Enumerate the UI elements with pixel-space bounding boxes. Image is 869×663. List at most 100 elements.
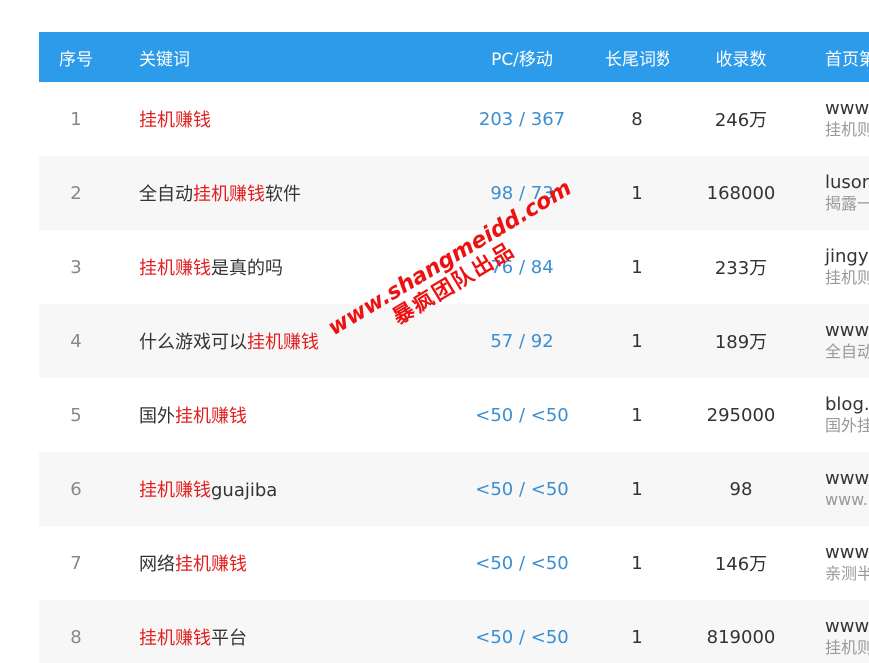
pc-mobile-link[interactable]: <50 / <50: [439, 526, 605, 600]
keyword-cell[interactable]: 什么游戏可以挂机赚钱: [113, 304, 439, 378]
homepage-cell[interactable]: luson 揭露一: [813, 156, 869, 230]
homepage-domain[interactable]: blog.: [825, 393, 869, 416]
table-row: 4 什么游戏可以挂机赚钱 57 / 92 1 189万 www. 全自动: [39, 304, 869, 378]
homepage-domain[interactable]: www.: [825, 541, 869, 564]
indexed-count: 189万: [714, 332, 768, 353]
homepage-cell[interactable]: www. 亲测半: [813, 526, 869, 600]
table-row: 1 挂机赚钱 203 / 367 8 246万 www. 挂机则: [39, 82, 869, 156]
header-keyword: 关键词: [139, 49, 190, 70]
homepage-cell[interactable]: www. 挂机则: [813, 600, 869, 663]
keyword-highlight: 挂机赚钱: [139, 258, 211, 279]
homepage-domain[interactable]: luson: [825, 171, 869, 194]
header-index: 序号: [59, 49, 93, 70]
table-row: 7 网络挂机赚钱 <50 / <50 1 146万 www. 亲测半: [39, 526, 869, 600]
homepage-domain[interactable]: jingy: [825, 245, 869, 268]
header-long-tail-count: 长尾词数量: [605, 49, 669, 70]
pc-mobile-link[interactable]: 76 / 84: [439, 230, 605, 304]
long-tail-count: 1: [631, 626, 643, 648]
pc-mobile-link[interactable]: <50 / <50: [439, 452, 605, 526]
keyword-cell[interactable]: 全自动挂机赚钱软件: [113, 156, 439, 230]
keyword-cell[interactable]: 网络挂机赚钱: [113, 526, 439, 600]
long-tail-count: 1: [631, 478, 643, 500]
keyword-cell[interactable]: 挂机赚钱是真的吗: [113, 230, 439, 304]
homepage-snippet: 全自动: [825, 342, 869, 362]
table-header: 序号 关键词 PC/移动 长尾词数量 收录数 首页第: [39, 32, 869, 82]
pc-mobile-link[interactable]: 57 / 92: [439, 304, 605, 378]
pc-mobile-link[interactable]: 98 / 73: [439, 156, 605, 230]
pc-mobile-link[interactable]: 203 / 367: [439, 82, 605, 156]
long-tail-count: 1: [631, 404, 643, 426]
homepage-domain[interactable]: www.: [825, 97, 869, 120]
table-row: 2 全自动挂机赚钱软件 98 / 73 1 168000 luson 揭露一: [39, 156, 869, 230]
homepage-snippet: www.: [825, 490, 868, 510]
keyword-prefix: 全自动: [139, 184, 193, 205]
homepage-cell[interactable]: jingy 挂机则: [813, 230, 869, 304]
indexed-count: 168000: [706, 182, 776, 204]
keyword-highlight: 挂机赚钱: [247, 332, 319, 353]
keyword-table-container: 序号 关键词 PC/移动 长尾词数量 收录数 首页第 1 挂机赚钱 203 / 36…: [39, 32, 869, 663]
indexed-count: 246万: [714, 110, 768, 131]
long-tail-count: 1: [631, 330, 643, 352]
homepage-snippet: 挂机则: [825, 120, 869, 140]
row-index: 8: [70, 626, 82, 648]
indexed-count: 819000: [706, 626, 776, 648]
homepage-cell[interactable]: blog. 国外挂: [813, 378, 869, 452]
pc-mobile-link[interactable]: <50 / <50: [439, 600, 605, 663]
row-index: 4: [70, 330, 82, 352]
row-index: 1: [70, 108, 82, 130]
keyword-highlight: 挂机赚钱: [193, 184, 265, 205]
indexed-count: 233万: [714, 258, 768, 279]
keyword-prefix: 网络: [139, 554, 175, 575]
keyword-suffix: 平台: [211, 628, 247, 649]
keyword-highlight: 挂机赚钱: [175, 406, 247, 427]
keyword-suffix: 软件: [265, 184, 301, 205]
keyword-highlight: 挂机赚钱: [175, 554, 247, 575]
indexed-count: 98: [729, 478, 753, 500]
homepage-domain[interactable]: www.: [825, 319, 869, 342]
table-row: 5 国外挂机赚钱 <50 / <50 1 295000 blog. 国外挂: [39, 378, 869, 452]
header-indexed-count: 收录数: [715, 49, 767, 70]
keyword-highlight: 挂机赚钱: [139, 628, 211, 649]
homepage-snippet: 揭露一: [825, 194, 869, 214]
keyword-suffix: guajiba: [211, 480, 278, 501]
table-header-row: 序号 关键词 PC/移动 长尾词数量 收录数 首页第: [39, 32, 869, 82]
pc-mobile-link[interactable]: <50 / <50: [439, 378, 605, 452]
keyword-prefix: 国外: [139, 406, 175, 427]
homepage-domain[interactable]: www.: [825, 615, 869, 638]
long-tail-count: 8: [631, 108, 643, 130]
row-index: 7: [70, 552, 82, 574]
keyword-cell[interactable]: 挂机赚钱guajiba: [113, 452, 439, 526]
long-tail-count: 1: [631, 552, 643, 574]
row-index: 5: [70, 404, 82, 426]
long-tail-count: 1: [631, 256, 643, 278]
homepage-domain[interactable]: www.: [825, 467, 869, 490]
homepage-cell[interactable]: www. www.: [813, 452, 869, 526]
homepage-snippet: 亲测半: [825, 564, 869, 584]
header-pc-mobile: PC/移动: [491, 49, 553, 70]
keyword-cell[interactable]: 挂机赚钱: [113, 82, 439, 156]
keyword-prefix: 什么游戏可以: [139, 332, 247, 353]
keyword-cell[interactable]: 国外挂机赚钱: [113, 378, 439, 452]
table-row: 6 挂机赚钱guajiba <50 / <50 1 98 www. www.: [39, 452, 869, 526]
keyword-table: 序号 关键词 PC/移动 长尾词数量 收录数 首页第 1 挂机赚钱 203 / 36…: [39, 32, 869, 663]
row-index: 3: [70, 256, 82, 278]
homepage-snippet: 国外挂: [825, 416, 869, 436]
homepage-cell[interactable]: www. 全自动: [813, 304, 869, 378]
keyword-cell[interactable]: 挂机赚钱平台: [113, 600, 439, 663]
header-homepage: 首页第: [825, 49, 869, 70]
table-body: 1 挂机赚钱 203 / 367 8 246万 www. 挂机则 2 全自动挂机赚钱软件 98 /…: [39, 82, 869, 663]
table-row: 8 挂机赚钱平台 <50 / <50 1 819000 www. 挂机则: [39, 600, 869, 663]
homepage-cell[interactable]: www. 挂机则: [813, 82, 869, 156]
homepage-snippet: 挂机则: [825, 638, 869, 658]
long-tail-count: 1: [631, 182, 643, 204]
keyword-highlight: 挂机赚钱: [139, 480, 211, 501]
keyword-suffix: 是真的吗: [211, 258, 283, 279]
indexed-count: 295000: [706, 404, 776, 426]
page: 序号 关键词 PC/移动 长尾词数量 收录数 首页第 1 挂机赚钱 203 / 36…: [0, 0, 869, 663]
homepage-snippet: 挂机则: [825, 268, 869, 288]
keyword-highlight: 挂机赚钱: [139, 110, 211, 131]
indexed-count: 146万: [714, 554, 768, 575]
row-index: 6: [70, 478, 82, 500]
row-index: 2: [70, 182, 82, 204]
table-row: 3 挂机赚钱是真的吗 76 / 84 1 233万 jingy 挂机则: [39, 230, 869, 304]
